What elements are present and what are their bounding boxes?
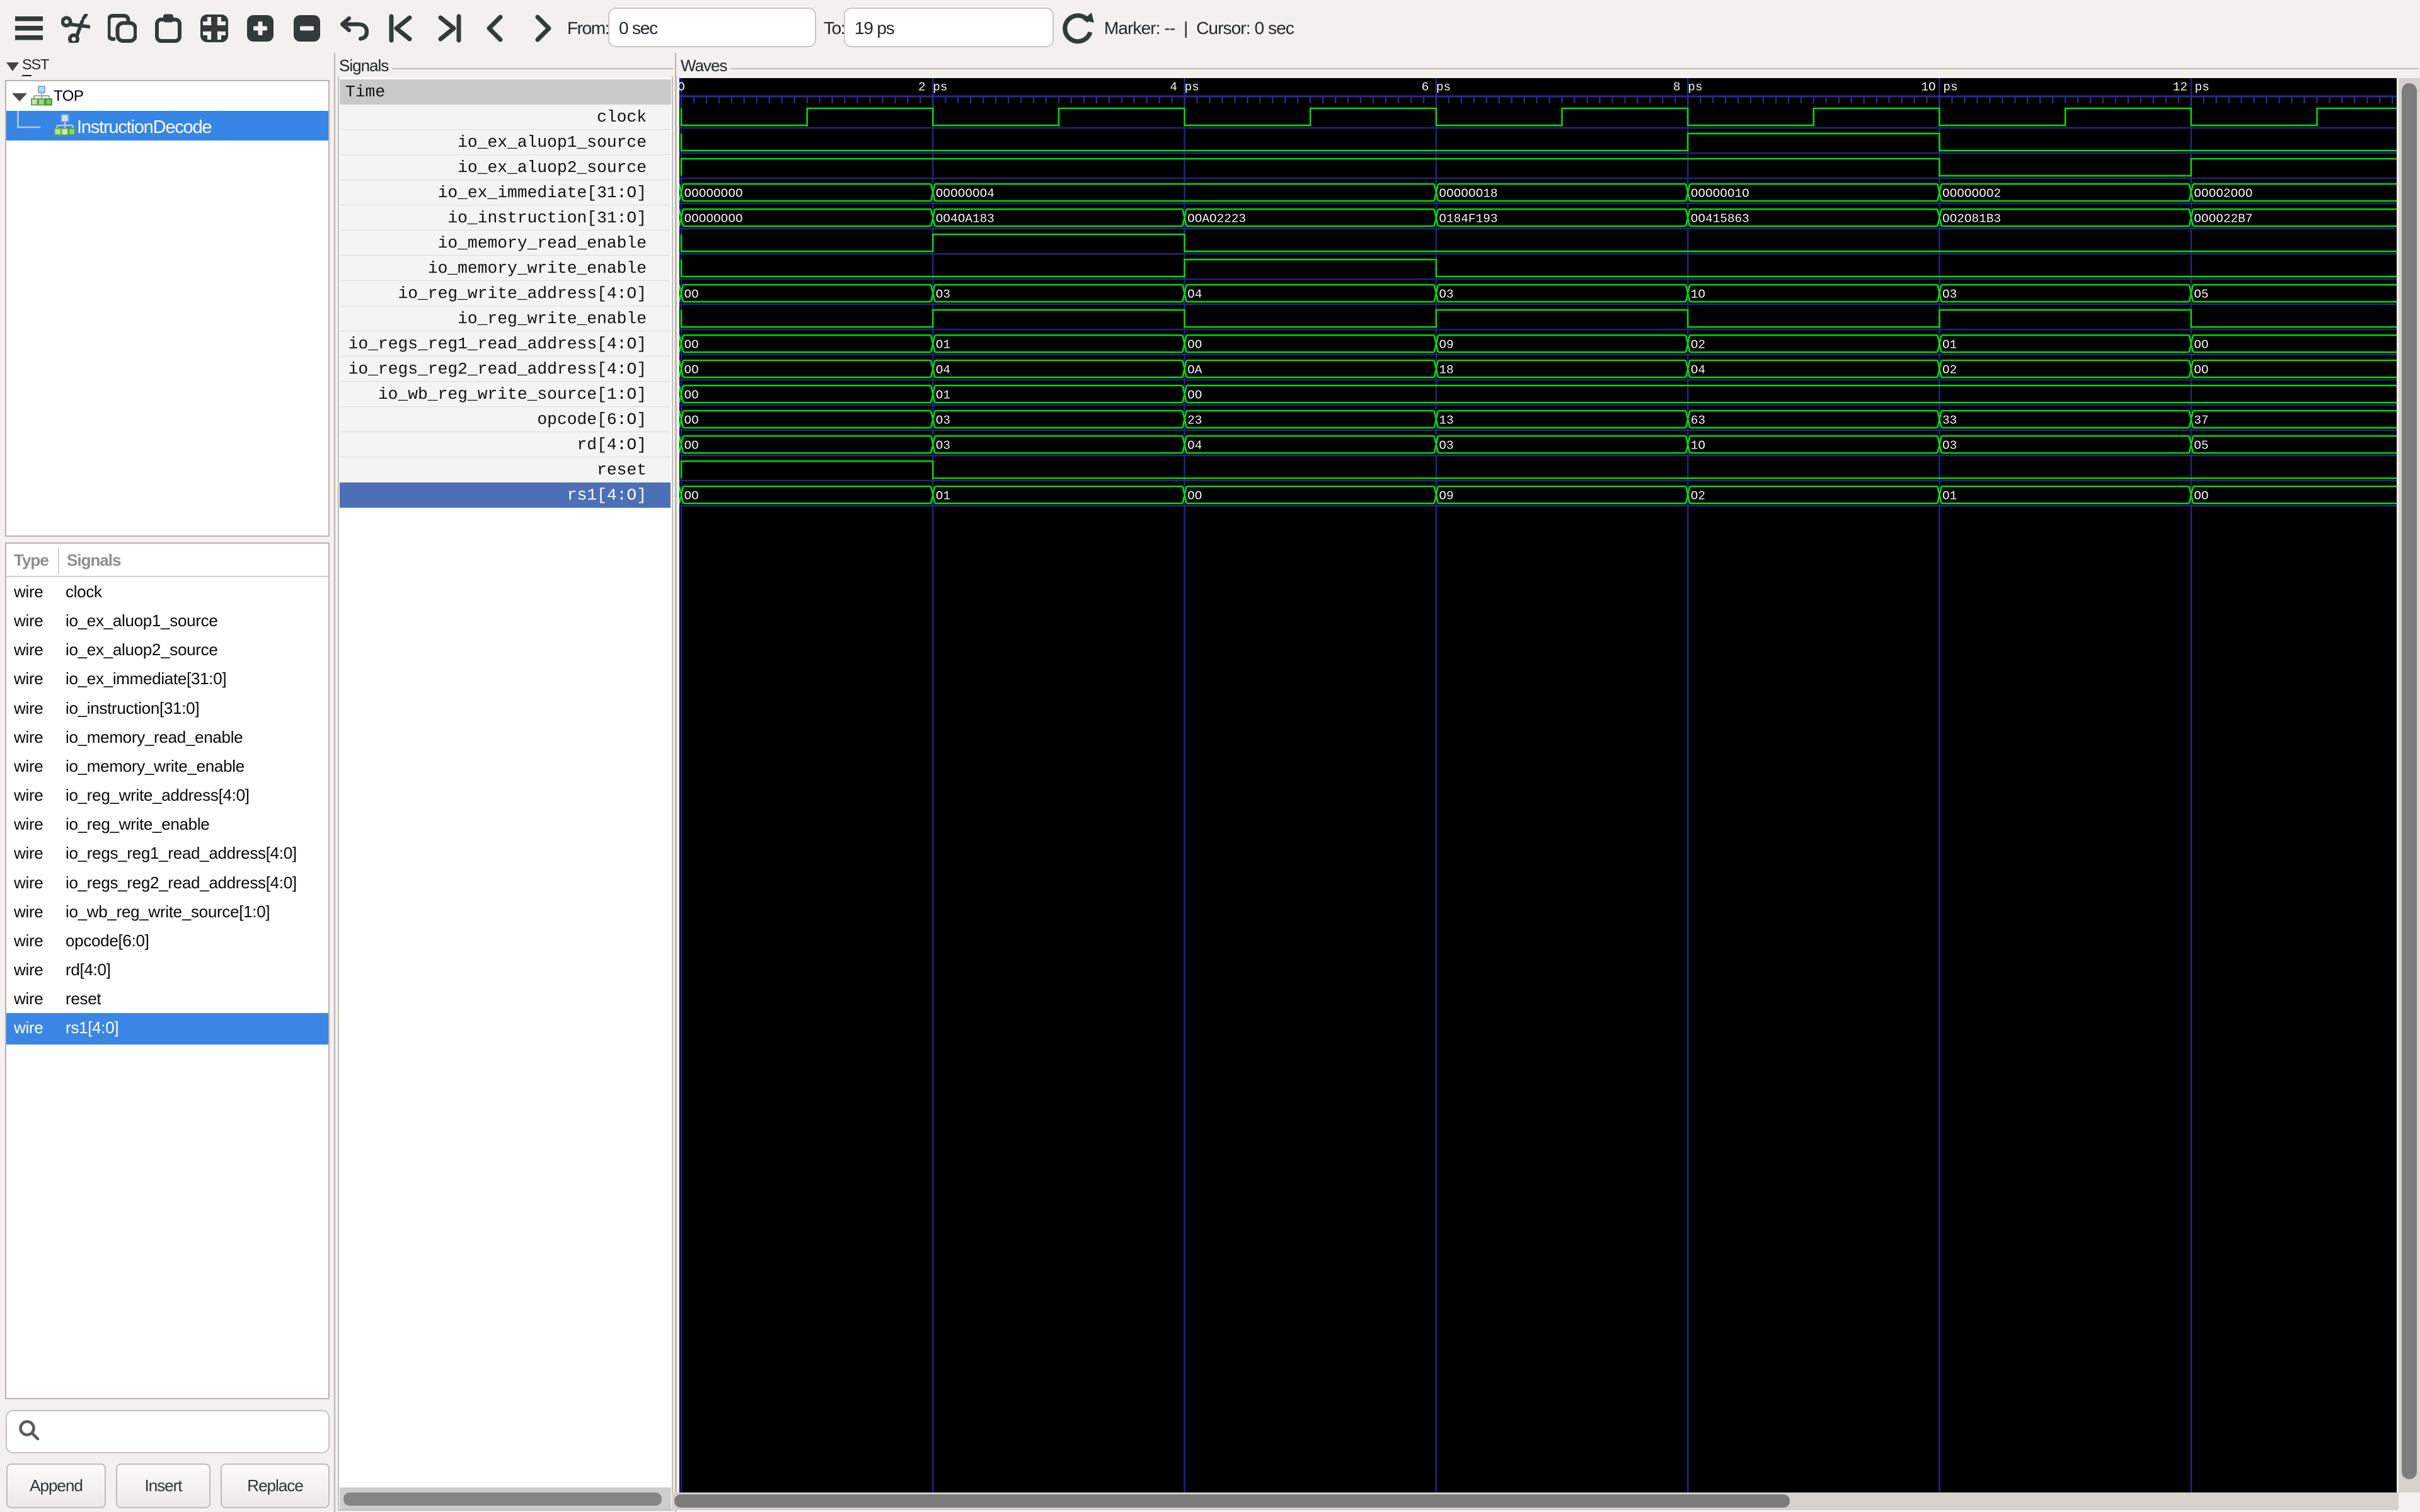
svg-text:1O: 1O bbox=[1691, 439, 1705, 453]
svg-text:O1: O1 bbox=[1942, 490, 1957, 503]
svg-text:OOOO2OOO: OOOO2OOO bbox=[2194, 187, 2252, 201]
svg-text:OOOOOOOO: OOOOOOOO bbox=[684, 187, 743, 201]
svg-text:OO: OO bbox=[1187, 338, 1202, 352]
svg-text:O3: O3 bbox=[1439, 439, 1453, 453]
svg-text:O184F193: O184F193 bbox=[1439, 212, 1497, 226]
svg-text:O4: O4 bbox=[1187, 288, 1202, 302]
svg-text:O5: O5 bbox=[2194, 439, 2208, 453]
svg-text:OO: OO bbox=[684, 288, 699, 302]
svg-text:OO: OO bbox=[684, 414, 699, 428]
svg-text:O1: O1 bbox=[936, 490, 950, 503]
svg-text:1O ps: 1O ps bbox=[1921, 81, 1957, 94]
svg-text:6 ps: 6 ps bbox=[1422, 81, 1451, 94]
svg-text:O9: O9 bbox=[1439, 338, 1453, 352]
svg-text:O2: O2 bbox=[1691, 490, 1705, 503]
svg-text:O1: O1 bbox=[936, 338, 950, 352]
svg-text:OOOOOO18: OOOOOO18 bbox=[1439, 187, 1497, 201]
svg-text:O4: O4 bbox=[1691, 364, 1705, 377]
svg-text:OO: OO bbox=[684, 338, 699, 352]
svg-text:OA: OA bbox=[1187, 364, 1202, 377]
svg-text:OOOOOOO2: OOOOOOO2 bbox=[1942, 187, 2001, 201]
svg-text:OO: OO bbox=[2194, 338, 2208, 352]
svg-text:O3: O3 bbox=[936, 439, 950, 453]
svg-text:OO: OO bbox=[684, 490, 699, 503]
svg-text:OO: OO bbox=[2194, 490, 2208, 503]
svg-text:OO: OO bbox=[1187, 389, 1202, 403]
svg-text:O1: O1 bbox=[1942, 338, 1957, 352]
svg-text:23: 23 bbox=[1187, 414, 1202, 428]
svg-text:O4: O4 bbox=[1187, 439, 1202, 453]
svg-text:OO: OO bbox=[684, 439, 699, 453]
svg-text:O2: O2 bbox=[1691, 338, 1705, 352]
svg-text:O2: O2 bbox=[1942, 364, 1957, 377]
svg-text:1O: 1O bbox=[1691, 288, 1705, 302]
svg-text:OOOOOO1O: OOOOOO1O bbox=[1691, 187, 1749, 201]
svg-text:37: 37 bbox=[2194, 414, 2208, 428]
svg-text:OOOOOOOO: OOOOOOOO bbox=[684, 212, 743, 226]
svg-text:O4: O4 bbox=[936, 364, 950, 377]
svg-text:O3: O3 bbox=[936, 414, 950, 428]
svg-text:O: O bbox=[679, 81, 685, 94]
svg-text:OO415863: OO415863 bbox=[1691, 212, 1749, 226]
svg-text:12 ps: 12 ps bbox=[2173, 81, 2210, 94]
svg-text:2 ps: 2 ps bbox=[918, 81, 948, 94]
svg-text:18: 18 bbox=[1439, 364, 1453, 377]
svg-text:OO2O81B3: OO2O81B3 bbox=[1942, 212, 2001, 226]
svg-text:O3: O3 bbox=[1942, 288, 1957, 302]
svg-text:O3: O3 bbox=[1942, 439, 1957, 453]
svg-text:OOOO22B7: OOOO22B7 bbox=[2194, 212, 2252, 226]
svg-text:OOAO2223: OOAO2223 bbox=[1187, 212, 1246, 226]
svg-text:63: 63 bbox=[1691, 414, 1705, 428]
svg-text:8 ps: 8 ps bbox=[1673, 81, 1703, 94]
svg-text:OO: OO bbox=[2194, 364, 2208, 377]
svg-text:O9: O9 bbox=[1439, 490, 1453, 503]
svg-text:O1: O1 bbox=[936, 389, 950, 403]
svg-text:O5: O5 bbox=[2194, 288, 2208, 302]
svg-text:OO: OO bbox=[684, 364, 699, 377]
svg-text:OO4OA183: OO4OA183 bbox=[936, 212, 994, 226]
svg-text:O3: O3 bbox=[1439, 288, 1453, 302]
svg-text:OOOOOOO4: OOOOOOO4 bbox=[936, 187, 994, 201]
svg-text:OO: OO bbox=[1187, 490, 1202, 503]
svg-text:OO: OO bbox=[684, 389, 699, 403]
svg-text:O3: O3 bbox=[936, 288, 950, 302]
svg-text:4 ps: 4 ps bbox=[1170, 81, 1199, 94]
svg-text:33: 33 bbox=[1942, 414, 1957, 428]
svg-text:13: 13 bbox=[1439, 414, 1453, 428]
